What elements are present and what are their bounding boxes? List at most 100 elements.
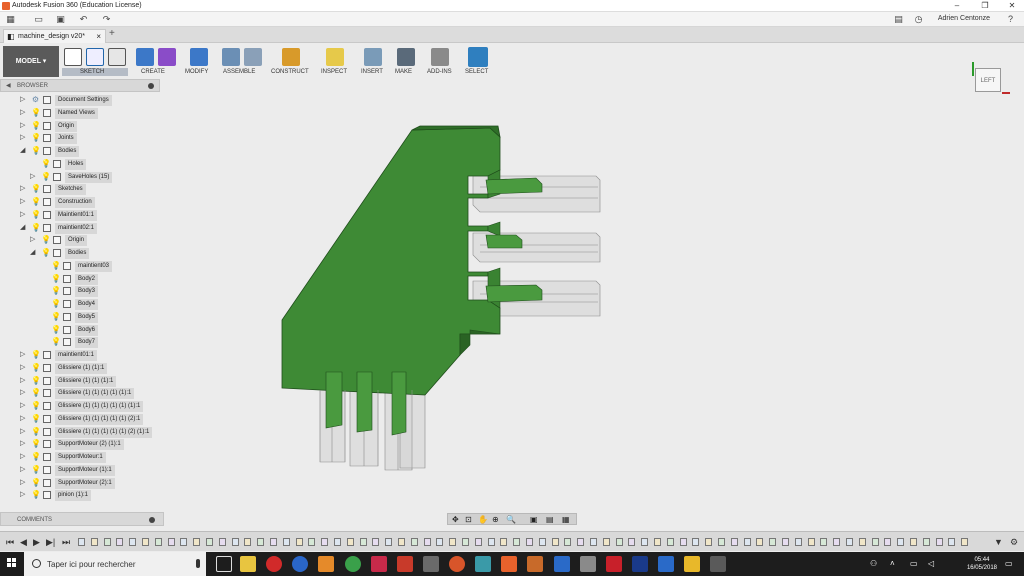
timeline-feature[interactable] (526, 538, 533, 546)
volume-icon[interactable]: ◁ (928, 559, 934, 568)
clock-icon[interactable]: ◷ (913, 14, 924, 25)
browser-tree-item[interactable]: 💡 Body6 (40, 324, 160, 336)
grid-settings-icon[interactable]: ▤ (546, 515, 554, 524)
file-icon[interactable]: ▭ (33, 14, 44, 25)
timeline-feature[interactable] (577, 538, 585, 546)
visibility-bulb-icon[interactable]: 💡 (51, 312, 61, 322)
collapse-caret-icon[interactable]: ◢ (20, 147, 28, 155)
timeline-feature[interactable] (398, 538, 405, 546)
help-icon[interactable]: ? (1005, 14, 1016, 25)
visibility-bulb-icon[interactable]: 💡 (31, 478, 41, 488)
viewport-canvas[interactable] (160, 79, 1024, 531)
timeline-feature[interactable] (743, 538, 751, 546)
browser-tree-item[interactable]: ◢ 💡 Bodies (30, 248, 160, 259)
timeline-feature[interactable] (858, 538, 866, 546)
browser-tree-item[interactable]: 💡 Body2 (40, 273, 160, 285)
timeline-feature[interactable] (385, 538, 393, 546)
visibility-bulb-icon[interactable]: 💡 (31, 376, 41, 386)
timeline-end-icon[interactable]: ⏭ (62, 537, 70, 548)
timeline-settings-icon[interactable]: ⚙ (1010, 537, 1018, 548)
expand-caret-icon[interactable]: ▷ (20, 134, 28, 142)
timeline-feature[interactable] (910, 538, 917, 546)
timeline-feature[interactable] (590, 538, 597, 546)
expand-caret-icon[interactable]: ▷ (20, 122, 28, 130)
timeline-feature[interactable] (78, 538, 85, 546)
browser-tree-item[interactable]: ▷ 💡 Maintient01:1 (20, 209, 160, 221)
fit-icon[interactable]: 🔍 (506, 515, 516, 524)
timeline-feature[interactable] (846, 538, 853, 546)
visibility-bulb-icon[interactable]: 💡 (31, 414, 41, 424)
timeline-feature[interactable] (206, 538, 213, 546)
expand-caret-icon[interactable]: ▷ (30, 173, 38, 181)
visibility-bulb-icon[interactable]: 💡 (31, 350, 41, 360)
joint-icon[interactable] (244, 48, 262, 66)
timeline-feature[interactable] (308, 538, 316, 546)
insert-image-icon[interactable] (364, 48, 382, 66)
timeline-marker-icon[interactable]: ▼ (994, 537, 1003, 547)
netflix-icon[interactable] (606, 556, 622, 572)
workspace-switcher[interactable]: MODEL ▾ (3, 46, 59, 77)
expand-caret-icon[interactable]: ▷ (20, 440, 28, 448)
zoom-icon[interactable]: ⊕ (492, 515, 499, 524)
windows-start-icon[interactable] (7, 558, 17, 568)
app-icon-20[interactable] (710, 556, 726, 572)
user-menu[interactable]: Adrien Centonze (938, 15, 990, 22)
expand-caret-icon[interactable]: ▷ (20, 479, 28, 487)
scripts-icon[interactable] (431, 48, 449, 66)
browser-tree-item[interactable]: ▷ 💡 Glissiere (1) (1) (1) (1) (1) (2) (1):… (20, 426, 160, 438)
timeline-feature[interactable] (218, 538, 226, 546)
panel-options-icon[interactable] (148, 83, 154, 89)
browser-tree-item[interactable]: ▷ 💡 SupportMoteur (2) (1):1 (20, 439, 160, 451)
browser-tree-item[interactable]: ◢ 💡 Bodies (20, 146, 160, 157)
assemble-group[interactable]: ASSEMBLE (220, 46, 264, 77)
timeline-play-icon[interactable]: ▶ (33, 537, 40, 548)
expand-caret-icon[interactable]: ▷ (20, 96, 28, 104)
browser-tree-item[interactable]: 💡 Body5 (40, 311, 160, 323)
expand-caret-icon[interactable]: ▷ (20, 377, 28, 385)
extrude-icon[interactable] (136, 48, 154, 66)
microphone-icon[interactable] (196, 559, 200, 568)
timeline-feature[interactable] (103, 538, 111, 546)
timeline-feature[interactable] (500, 538, 508, 546)
comments-panel-header[interactable]: COMMENTS (0, 512, 164, 526)
browser-tree-item[interactable]: 💡 Body7 (40, 337, 160, 349)
tray-arrow-icon[interactable]: ˄ (890, 559, 895, 568)
app-icon-5[interactable] (318, 556, 334, 572)
firefox-icon[interactable] (292, 556, 308, 572)
visibility-bulb-icon[interactable]: 💡 (41, 172, 51, 182)
expand-caret-icon[interactable]: ▷ (20, 109, 28, 117)
browser-tree-item[interactable]: ▷ 💡 SupportMoteur (1):1 (20, 464, 160, 476)
timeline-feature[interactable] (410, 538, 418, 546)
network-icon[interactable]: ▭ (910, 559, 918, 568)
timeline-feature[interactable] (833, 538, 841, 546)
people-icon[interactable]: ⚇ (870, 559, 877, 568)
browser-tree-item[interactable]: ▷ 💡 SaveHoles (15) (30, 171, 160, 183)
timeline-feature[interactable] (167, 538, 175, 546)
timeline-feature[interactable] (513, 538, 521, 546)
timeline-feature[interactable] (474, 538, 482, 546)
app-icon-14[interactable] (554, 556, 570, 572)
expand-caret-icon[interactable]: ▷ (20, 198, 28, 206)
timeline-feature[interactable] (807, 538, 815, 546)
expand-caret-icon[interactable]: ▷ (20, 185, 28, 193)
press-pull-icon[interactable] (190, 48, 208, 66)
create-group[interactable]: CREATE (134, 46, 180, 77)
visibility-bulb-icon[interactable]: 💡 (51, 299, 61, 309)
timeline-feature[interactable] (334, 538, 341, 546)
timeline-feature[interactable] (359, 538, 367, 546)
timeline-feature[interactable] (666, 538, 674, 546)
construct-group[interactable]: CONSTRUCT (270, 46, 314, 77)
visibility-bulb-icon[interactable]: 💡 (51, 274, 61, 284)
modify-group[interactable]: MODIFY (184, 46, 214, 77)
select-group[interactable]: SELECT (464, 46, 494, 77)
visibility-bulb-icon[interactable]: 💡 (31, 108, 41, 118)
browser-tree-item[interactable]: ▷ 💡 SupportMoteur:1 (20, 452, 160, 463)
comments-options-icon[interactable] (149, 517, 155, 523)
expand-caret-icon[interactable]: ▷ (20, 389, 28, 397)
timeline-feature[interactable] (692, 538, 700, 546)
browser-tree-item[interactable]: 💡 Body4 (40, 299, 160, 310)
browser-tree-item[interactable]: 💡 Body3 (40, 286, 160, 298)
timeline-feature[interactable] (922, 538, 930, 546)
timeline-feature[interactable] (730, 538, 738, 546)
3d-print-icon[interactable] (397, 48, 415, 66)
